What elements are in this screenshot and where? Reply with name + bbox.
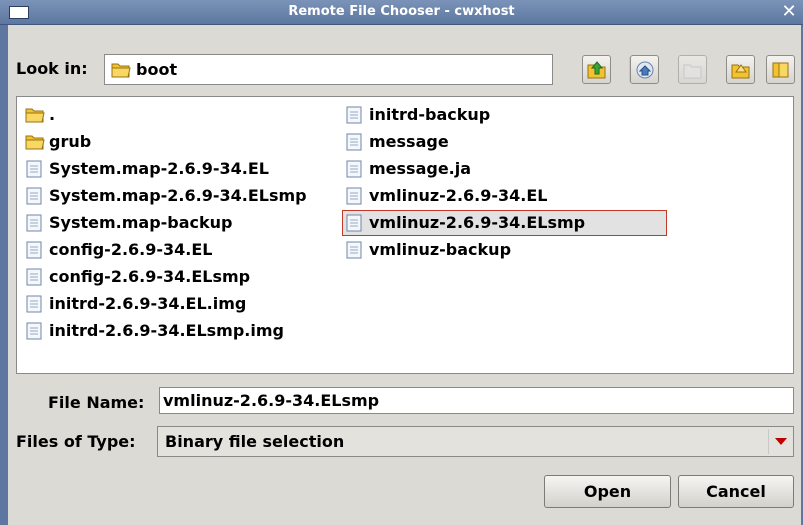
file-icon [25,241,43,263]
file-icon [25,187,43,209]
file-icon [25,295,43,317]
file-icon [25,214,43,236]
file-icon [345,241,363,263]
look-in-label: Look in: [16,59,88,78]
home-button[interactable] [630,55,659,84]
close-button[interactable]: ✕ [779,1,799,23]
file-name: System.map-2.6.9-34.ELsmp [49,186,307,205]
file-name: vmlinuz-2.6.9-34.EL [369,186,548,205]
file-name: initrd-backup [369,105,491,124]
file-icon [345,133,363,155]
up-folder-icon [587,61,606,79]
look-in-combo[interactable]: boot [104,54,648,85]
file-name: config-2.6.9-34.ELsmp [49,267,251,286]
file-icon [25,322,43,344]
file-name: grub [49,132,92,151]
file-name: config-2.6.9-34.EL [49,240,213,259]
folder-icon [25,133,45,155]
file-name: message.ja [369,159,472,178]
title-bar: Remote File Chooser - cwxhost ✕ [0,0,803,25]
files-of-type-combo[interactable]: Binary file selection [157,426,794,457]
file-name: message [369,132,449,151]
file-icon [345,214,363,236]
folder-icon [25,106,45,128]
file-icon [25,160,43,182]
look-in-value: boot [136,60,178,79]
new-folder-button[interactable] [678,55,707,84]
file-icon [25,268,43,290]
file-list[interactable]: . grub System.map-2.6.9-34.EL System.map… [16,96,794,374]
file-name: . [49,105,56,124]
up-folder-button[interactable] [582,55,611,84]
file-icon [345,106,363,128]
file-name: vmlinuz-backup [369,240,512,259]
file-icon [345,160,363,182]
details-view-icon [772,62,789,78]
list-view-button[interactable] [726,55,755,84]
files-of-type-label: Files of Type: [16,432,136,451]
chevron-down-icon[interactable] [775,438,787,445]
file-name-field[interactable] [159,387,794,414]
file-icon [345,187,363,209]
cancel-button[interactable]: Cancel [678,475,794,508]
list-item-selected[interactable]: vmlinuz-2.6.9-34.ELsmp [342,210,667,236]
file-name: initrd-2.6.9-34.ELsmp.img [49,321,284,340]
folder-icon [111,61,131,83]
combo-divider [768,429,769,454]
file-name: System.map-2.6.9-34.EL [49,159,269,178]
file-name: initrd-2.6.9-34.EL.img [49,294,247,313]
file-name: vmlinuz-2.6.9-34.ELsmp [369,213,586,232]
file-name-label: File Name: [48,393,145,412]
details-view-button[interactable] [766,55,795,84]
window-title: Remote File Chooser - cwxhost [288,4,515,19]
open-button[interactable]: Open [544,475,671,508]
list-view-icon [731,64,750,79]
home-icon [636,61,654,79]
file-name: System.map-backup [49,213,233,232]
files-of-type-value: Binary file selection [165,432,345,451]
new-folder-icon [683,64,702,79]
